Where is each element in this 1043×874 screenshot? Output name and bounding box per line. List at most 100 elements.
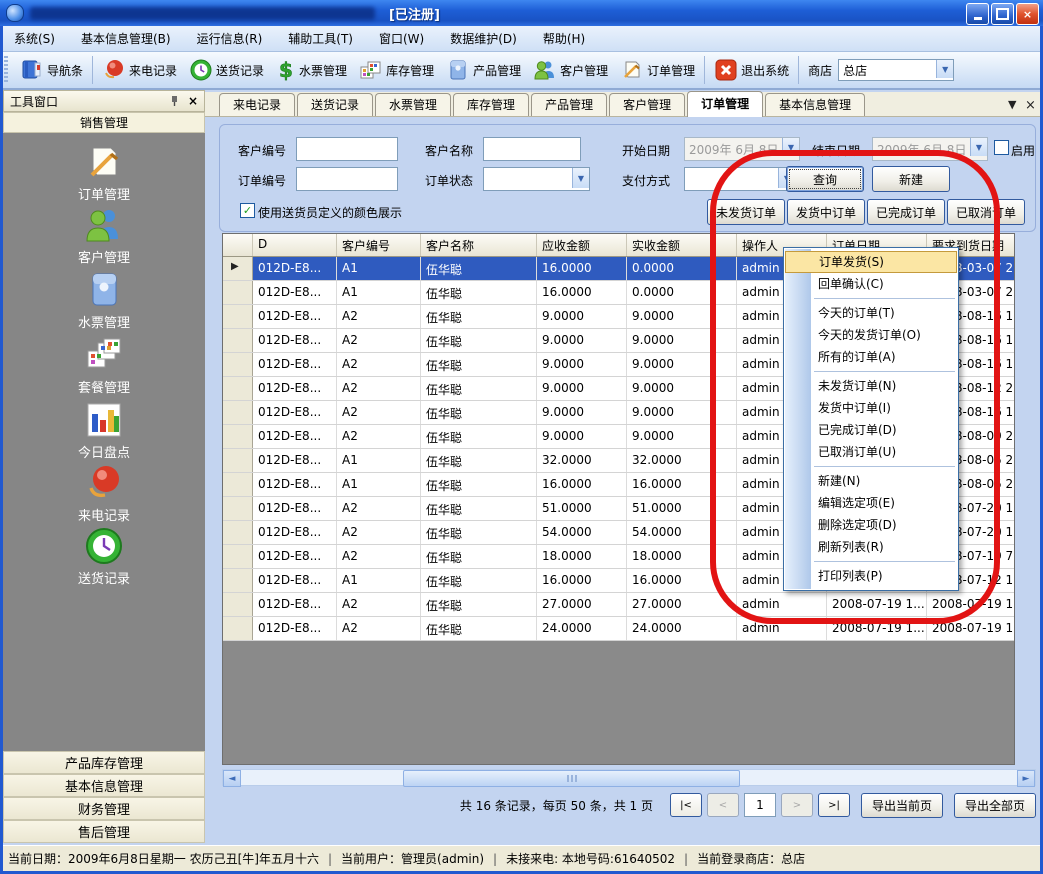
context-menu-item[interactable]: 回单确认(C) xyxy=(784,273,958,295)
pin-icon[interactable] xyxy=(169,95,180,107)
context-menu-item[interactable]: 发货中订单(I) xyxy=(784,397,958,419)
page-number-input[interactable] xyxy=(744,793,776,817)
filter-shipping-button[interactable]: 发货中订单 xyxy=(787,199,865,225)
row-selector[interactable] xyxy=(223,569,253,592)
sidebar-item-orders[interactable]: 订单管理 xyxy=(3,142,205,204)
filter-completed-button[interactable]: 已完成订单 xyxy=(867,199,945,225)
menu-run-info[interactable]: 运行信息(R) xyxy=(197,30,263,47)
last-page-button[interactable]: >| xyxy=(818,793,850,817)
toolbar-nav-bar[interactable]: 导航条 xyxy=(14,55,89,85)
payment-method-select[interactable]: ▼ xyxy=(684,167,796,191)
context-menu-item[interactable]: 订单发货(S) xyxy=(785,251,957,273)
export-all-pages-button[interactable]: 导出全部页 xyxy=(954,793,1036,818)
sidebar-section-sales[interactable]: 销售管理 xyxy=(3,112,205,133)
tab[interactable]: 基本信息管理 xyxy=(765,93,865,116)
maximize-button[interactable] xyxy=(991,3,1014,25)
sidebar-item-water-ticket[interactable]: 水票管理 xyxy=(3,270,205,332)
sidebar-item-daily-check[interactable]: 今日盘点 xyxy=(3,400,205,462)
scroll-left-icon[interactable]: ◄ xyxy=(223,770,241,787)
sidebar-item-packages[interactable]: 套餐管理 xyxy=(3,335,205,397)
context-menu-item[interactable]: 未发货订单(N) xyxy=(784,375,958,397)
tab[interactable]: 订单管理 xyxy=(687,91,763,117)
tab[interactable]: 客户管理 xyxy=(609,93,685,116)
shop-select[interactable]: 总店 ▼ xyxy=(838,59,954,81)
context-menu-item[interactable]: 已取消订单(U) xyxy=(784,441,958,463)
toolbar-grip[interactable] xyxy=(4,56,8,84)
context-menu-item[interactable]: 所有的订单(A) xyxy=(784,346,958,368)
next-page-button[interactable]: > xyxy=(781,793,813,817)
row-selector[interactable] xyxy=(223,305,253,328)
toolbar-orders[interactable]: 订单管理 xyxy=(614,55,701,85)
customer-name-input[interactable] xyxy=(483,137,581,161)
row-selector[interactable] xyxy=(223,617,253,640)
query-button[interactable]: 查询 xyxy=(786,166,864,192)
sidebar-section-product-inventory[interactable]: 产品库存管理 xyxy=(3,751,205,774)
menu-help[interactable]: 帮助(H) xyxy=(543,30,585,47)
column-header-id[interactable]: D xyxy=(253,234,337,256)
column-header-customer-code[interactable]: 客户编号 xyxy=(337,234,421,256)
toolbar-exit[interactable]: 退出系统 xyxy=(708,55,795,85)
new-button[interactable]: 新建 xyxy=(872,166,950,192)
context-menu-item[interactable]: 今天的发货订单(O) xyxy=(784,324,958,346)
start-date-picker[interactable]: 2009年 6月 8日 ▼ xyxy=(684,137,800,161)
context-menu-item[interactable]: 刷新列表(R) xyxy=(784,536,958,558)
row-selector[interactable] xyxy=(223,521,253,544)
scrollbar-thumb[interactable] xyxy=(403,770,740,787)
toolbar-call-records[interactable]: 来电记录 xyxy=(96,55,183,85)
enable-checkbox[interactable] xyxy=(994,140,1009,155)
column-header-receivable[interactable]: 应收金额 xyxy=(537,234,627,256)
sidebar-item-customers[interactable]: 客户管理 xyxy=(3,205,205,267)
tab[interactable]: 库存管理 xyxy=(453,93,529,116)
export-current-page-button[interactable]: 导出当前页 xyxy=(861,793,943,818)
tab[interactable]: 水票管理 xyxy=(375,93,451,116)
row-selector[interactable] xyxy=(223,257,253,280)
prev-page-button[interactable]: < xyxy=(707,793,739,817)
toolbar-products[interactable]: 产品管理 xyxy=(440,55,527,85)
context-menu-item[interactable]: 新建(N) xyxy=(784,470,958,492)
toolbar-delivery-records[interactable]: 送货记录 xyxy=(183,55,270,85)
chevron-down-icon[interactable]: ▼ xyxy=(572,168,589,188)
column-header-customer-name[interactable]: 客户名称 xyxy=(421,234,537,256)
row-selector[interactable] xyxy=(223,449,253,472)
filter-cancelled-button[interactable]: 已取消订单 xyxy=(947,199,1025,225)
context-menu-item[interactable]: 打印列表(P) xyxy=(784,565,958,587)
toolbar-inventory[interactable]: 库存管理 xyxy=(353,55,440,85)
sidebar-section-after-sales[interactable]: 售后管理 xyxy=(3,820,205,843)
context-menu-item[interactable]: 今天的订单(T) xyxy=(784,302,958,324)
toolbar-customers[interactable]: 客户管理 xyxy=(527,55,614,85)
context-menu-item[interactable]: 已完成订单(D) xyxy=(784,419,958,441)
sidebar-section-finance[interactable]: 财务管理 xyxy=(3,797,205,820)
horizontal-scrollbar[interactable]: ◄ ► xyxy=(222,769,1036,786)
sidebar-section-basic-info[interactable]: 基本信息管理 xyxy=(3,774,205,797)
menu-window[interactable]: 窗口(W) xyxy=(379,30,424,47)
close-button[interactable]: × xyxy=(1016,3,1039,25)
sidebar-item-call-records[interactable]: 来电记录 xyxy=(3,463,205,525)
delivery-color-checkbox[interactable]: ✓ xyxy=(240,203,255,218)
menu-basic-info[interactable]: 基本信息管理(B) xyxy=(81,30,171,47)
tab[interactable]: 送货记录 xyxy=(297,93,373,116)
row-selector[interactable] xyxy=(223,425,253,448)
row-selector[interactable] xyxy=(223,353,253,376)
table-row[interactable]: 012D-E8... A2 伍华聪 27.0000 27.0000 admin … xyxy=(223,593,1014,617)
row-selector[interactable] xyxy=(223,593,253,616)
column-header-received[interactable]: 实收金额 xyxy=(627,234,737,256)
order-status-select[interactable]: ▼ xyxy=(483,167,590,191)
minimize-button[interactable] xyxy=(966,3,989,25)
row-selector[interactable] xyxy=(223,377,253,400)
tab-list-dropdown-icon[interactable]: ▼ xyxy=(1008,98,1016,111)
row-selector[interactable] xyxy=(223,329,253,352)
tool-window-close-icon[interactable]: × xyxy=(188,94,198,108)
chevron-down-icon[interactable]: ▼ xyxy=(782,138,799,156)
row-selector[interactable] xyxy=(223,281,253,304)
chevron-down-icon[interactable]: ▼ xyxy=(936,60,953,78)
row-selector[interactable] xyxy=(223,401,253,424)
row-selector[interactable] xyxy=(223,545,253,568)
context-menu-item[interactable]: 删除选定项(D) xyxy=(784,514,958,536)
chevron-down-icon[interactable]: ▼ xyxy=(970,138,987,156)
sidebar-item-delivery-records[interactable]: 送货记录 xyxy=(3,526,205,588)
toolbar-water-ticket[interactable]: $ 水票管理 xyxy=(270,55,353,85)
context-menu-item[interactable]: 编辑选定项(E) xyxy=(784,492,958,514)
menu-aux-tools[interactable]: 辅助工具(T) xyxy=(288,30,353,47)
customer-code-input[interactable] xyxy=(296,137,398,161)
order-code-input[interactable] xyxy=(296,167,398,191)
